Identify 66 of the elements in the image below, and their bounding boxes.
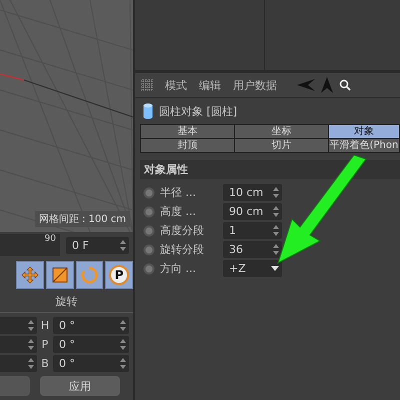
number-field[interactable] xyxy=(0,336,37,353)
section-heading: 对象属性 xyxy=(140,160,400,179)
axis-label: H xyxy=(40,319,50,332)
axis-label: P xyxy=(40,338,50,351)
section-heading: 旋转 xyxy=(0,290,133,313)
field-label: 高度 ... xyxy=(160,204,197,219)
field-label: 旋转分段 xyxy=(160,242,205,257)
tab[interactable]: 对象 xyxy=(329,125,399,138)
menu-item[interactable]: 模式 xyxy=(165,78,187,92)
field-label: 高度分段 xyxy=(160,223,205,238)
frame-field[interactable]: 0 F xyxy=(66,236,129,254)
move-tool-button[interactable] xyxy=(16,261,44,289)
caret-icon xyxy=(271,266,279,271)
tab[interactable]: 封顶 xyxy=(141,139,234,152)
move-icon xyxy=(20,266,39,284)
number-field[interactable]: 10 cm xyxy=(223,184,282,201)
number-field[interactable]: 90 cm xyxy=(223,203,282,220)
radio-icon xyxy=(143,186,155,198)
number-field[interactable]: 0 ° xyxy=(53,336,129,353)
up-arrow-icon xyxy=(321,77,333,93)
dropdown-field[interactable]: +Z xyxy=(223,260,282,277)
spinner-icon xyxy=(120,358,126,369)
grid-spacing-label: 网格间距 : 100 cm xyxy=(34,211,130,227)
tab[interactable]: 平滑着色(Phon xyxy=(329,139,399,152)
back-arrow-icon xyxy=(297,79,315,91)
tick-label: 90 xyxy=(44,234,56,246)
tab[interactable]: 坐标 xyxy=(235,125,328,138)
number-field[interactable]: 1 xyxy=(223,222,282,239)
spinner-icon xyxy=(28,339,34,350)
scale-tool-button[interactable] xyxy=(46,261,74,289)
scale-icon xyxy=(50,266,69,284)
field-label: 半径 ... xyxy=(160,185,197,200)
apply-button[interactable]: 应用 xyxy=(40,376,120,396)
number-field[interactable]: 0 ° xyxy=(53,317,129,334)
spinner-icon xyxy=(273,225,279,236)
number-field[interactable] xyxy=(0,355,37,372)
spinner-icon xyxy=(120,240,126,250)
point-tool-icon: P xyxy=(109,265,130,285)
spinner-icon xyxy=(273,187,279,198)
field-label: 方向 ... xyxy=(160,261,197,276)
spinner-icon xyxy=(28,320,34,331)
timeline-ruler[interactable]: 90 xyxy=(0,234,60,256)
rotate-icon xyxy=(80,266,98,284)
radio-icon xyxy=(143,244,155,256)
tab[interactable]: 切片 xyxy=(235,139,328,152)
search-icon xyxy=(339,79,351,91)
menu-item[interactable]: 用户数据 xyxy=(233,78,277,92)
radio-icon xyxy=(143,262,155,274)
cylinder-icon xyxy=(143,103,153,119)
number-field[interactable]: 0 ° xyxy=(53,355,129,372)
spinner-icon xyxy=(28,358,34,369)
rotate-tool-button[interactable] xyxy=(76,261,104,289)
number-field[interactable] xyxy=(0,317,37,334)
point-tool-button[interactable]: P xyxy=(105,261,133,289)
menu-item[interactable]: 编辑 xyxy=(199,78,221,92)
number-field[interactable]: 36 xyxy=(223,241,282,258)
tab[interactable]: 基本 xyxy=(141,125,234,138)
axis-label: B xyxy=(40,357,50,370)
spinner-icon xyxy=(273,206,279,217)
spinner-icon xyxy=(120,320,126,331)
radio-icon xyxy=(143,206,155,218)
radio-icon xyxy=(143,224,155,236)
object-title: 圆柱对象 [圆柱] xyxy=(159,104,238,118)
grip-icon xyxy=(141,79,153,91)
spinner-icon xyxy=(120,339,126,350)
spinner-icon xyxy=(273,244,279,255)
